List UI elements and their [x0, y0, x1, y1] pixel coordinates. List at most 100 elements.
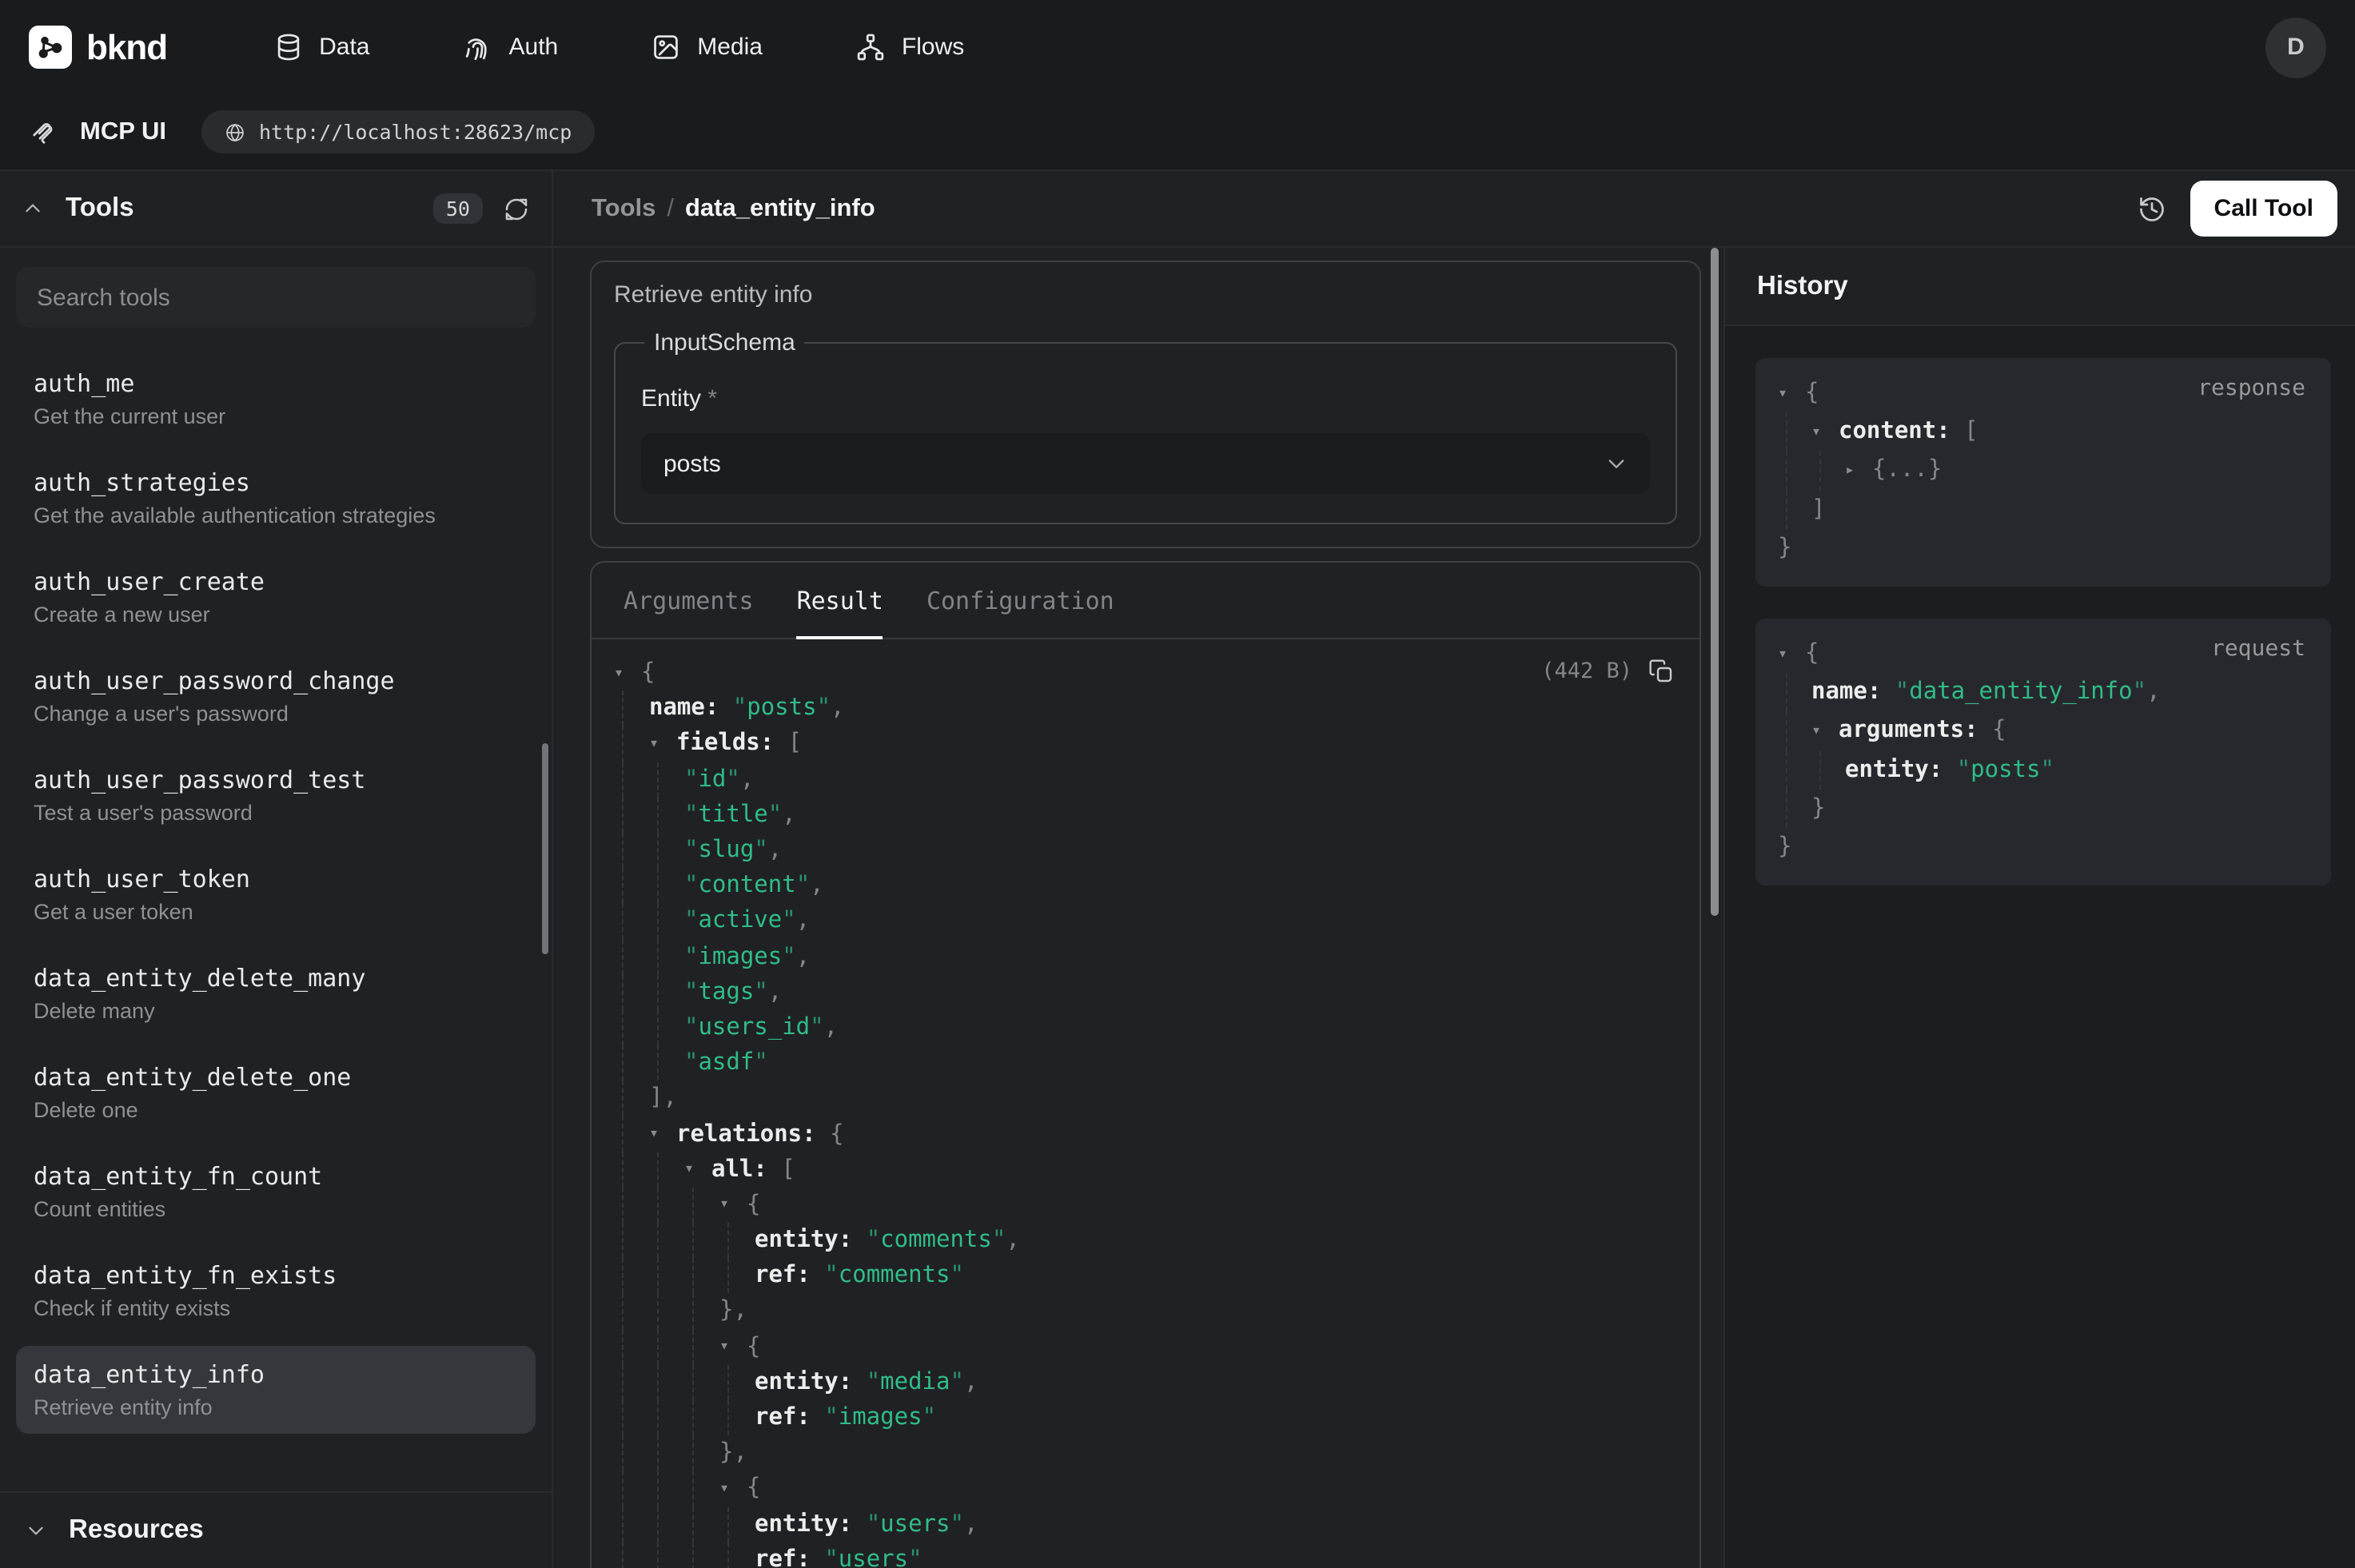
breadcrumb-current: data_entity_info — [685, 194, 875, 223]
sidebar-item-auth_user_password_test[interactable]: auth_user_password_testTest a user's pas… — [16, 751, 536, 839]
tools-header[interactable]: Tools 50 — [0, 171, 552, 248]
json-punctuation: { — [1992, 718, 2006, 744]
json-key: ref: — [755, 1264, 824, 1289]
indent-guide — [727, 1400, 729, 1435]
collapse-toggle-icon[interactable]: ▾ — [719, 1338, 747, 1355]
sidebar-item-auth_strategies[interactable]: auth_strategiesGet the available authent… — [16, 454, 536, 542]
result-json-tree: (442 B) ▾{name: "posts",▾fields: ["id","… — [592, 639, 1700, 1568]
nav-item-media[interactable]: Media — [651, 32, 763, 62]
indent-guide — [657, 868, 659, 903]
json-punctuation: { — [830, 1121, 843, 1147]
resources-section-header[interactable]: Resources — [0, 1491, 552, 1568]
json-key: name: — [649, 696, 733, 722]
call-tool-button[interactable]: Call Tool — [2190, 181, 2337, 237]
bknd-logo-icon — [29, 26, 72, 69]
indent-guide — [692, 1188, 694, 1223]
json-string-value: "asdf" — [684, 1050, 768, 1076]
json-line: } — [1762, 828, 2309, 866]
json-line: entity: "users", — [614, 1506, 1700, 1542]
collapse-toggle-icon[interactable]: ▾ — [684, 1160, 711, 1178]
json-punctuation: { — [1805, 641, 1819, 667]
breadcrumb-separator: / — [667, 194, 674, 223]
search-input[interactable] — [16, 267, 536, 328]
expand-toggle-icon[interactable]: ▸ — [1845, 462, 1872, 480]
json-line: name: "data_entity_info", — [1762, 673, 2309, 711]
json-punctuation: { — [747, 1192, 760, 1218]
mcp-logo-icon — [29, 117, 58, 146]
sidebar-item-data_entity_delete_many[interactable]: data_entity_delete_manyDelete many — [16, 949, 536, 1037]
history-panel: History response ▾{▾content: [▸{...}]} r… — [1725, 248, 2355, 1568]
indent-guide — [727, 1506, 729, 1542]
sidebar-item-auth_user_create[interactable]: auth_user_createCreate a new user — [16, 553, 536, 641]
json-punctuation: { — [747, 1334, 760, 1359]
json-string-value: "images" — [824, 1405, 936, 1431]
nav-item-data[interactable]: Data — [273, 32, 369, 62]
indent-guide — [622, 868, 624, 903]
indent-guide — [622, 1542, 624, 1568]
sidebar-item-data_entity_fn_exists[interactable]: data_entity_fn_existsCheck if entity exi… — [16, 1247, 536, 1335]
chevron-up-icon — [22, 198, 43, 219]
history-button[interactable] — [2138, 194, 2166, 223]
json-line: "active", — [614, 904, 1700, 939]
history-clock-icon — [2138, 194, 2166, 223]
json-comma: , — [768, 980, 782, 1005]
user-avatar[interactable]: D — [2265, 17, 2326, 78]
content-scrollbar[interactable] — [1711, 248, 1719, 916]
indent-guide — [727, 1542, 729, 1568]
json-punctuation: [ — [781, 1156, 795, 1182]
mcp-url-pill[interactable]: http://localhost:28623/mcp — [201, 110, 594, 153]
history-response-card[interactable]: response ▾{▾content: [▸{...}]} — [1755, 358, 2331, 587]
tab-result[interactable]: Result — [797, 563, 883, 638]
nav-item-label: Data — [319, 34, 369, 61]
indent-guide — [657, 939, 659, 974]
collapse-toggle-icon[interactable]: ▾ — [1811, 424, 1839, 441]
json-punctuation: { — [747, 1476, 760, 1502]
sidebar-scrollbar[interactable] — [542, 743, 548, 954]
sidebar-item-data_entity_fn_count[interactable]: data_entity_fn_countCount entities — [16, 1148, 536, 1236]
tool-name: auth_me — [34, 369, 518, 398]
history-request-card[interactable]: request ▾{name: "data_entity_info",▾argu… — [1755, 619, 2331, 885]
entity-select[interactable]: posts — [641, 433, 1650, 494]
collapse-toggle-icon[interactable]: ▾ — [649, 735, 676, 753]
indent-guide — [657, 833, 659, 868]
collapse-toggle-icon[interactable]: ▾ — [1778, 645, 1805, 663]
indent-guide — [1786, 490, 1787, 528]
tool-description: Count entities — [34, 1197, 518, 1221]
indent-guide — [622, 1435, 624, 1470]
top-nav: bknd Data Auth — [0, 0, 2355, 94]
tab-arguments[interactable]: Arguments — [624, 563, 754, 638]
response-json-tree: ▾{▾content: [▸{...}]} — [1762, 374, 2309, 567]
mcp-bar: MCP UI http://localhost:28623/mcp — [0, 94, 2355, 169]
indent-guide — [622, 1152, 624, 1187]
collapse-toggle-icon[interactable]: ▾ — [1811, 722, 1839, 740]
breadcrumb-section[interactable]: Tools — [592, 194, 655, 223]
indent-guide — [1819, 750, 1821, 789]
collapse-toggle-icon[interactable]: ▾ — [614, 664, 641, 682]
header-actions: Call Tool — [2138, 181, 2337, 237]
json-line: ▾all: [ — [614, 1152, 1700, 1187]
collapse-toggle-icon[interactable]: ▾ — [1778, 384, 1805, 402]
sidebar-item-data_entity_info[interactable]: data_entity_infoRetrieve entity info — [16, 1346, 536, 1434]
json-string-value: "comments" — [824, 1264, 964, 1289]
brand[interactable]: bknd — [29, 26, 167, 69]
sidebar-item-data_entity_delete_one[interactable]: data_entity_delete_oneDelete one — [16, 1049, 536, 1136]
sidebar-item-auth_me[interactable]: auth_meGet the current user — [16, 355, 536, 443]
tab-configuration[interactable]: Configuration — [926, 563, 1114, 638]
tool-name: data_entity_info — [34, 1360, 518, 1389]
collapse-toggle-icon[interactable]: ▾ — [719, 1196, 747, 1214]
nav-item-auth[interactable]: Auth — [463, 32, 559, 62]
indent-guide — [622, 1116, 624, 1152]
indent-guide — [692, 1258, 694, 1293]
indent-guide — [692, 1223, 694, 1258]
collapse-toggle-icon[interactable]: ▾ — [649, 1125, 676, 1143]
history-header: History — [1725, 248, 2355, 326]
refresh-tools-button[interactable] — [504, 196, 529, 221]
nav-item-flows[interactable]: Flows — [855, 32, 964, 62]
sidebar-item-auth_user_token[interactable]: auth_user_tokenGet a user token — [16, 850, 536, 938]
json-key: relations: — [676, 1121, 830, 1147]
indent-guide — [1786, 452, 1787, 490]
indent-guide — [622, 939, 624, 974]
json-comma: , — [810, 873, 823, 898]
sidebar-item-auth_user_password_change[interactable]: auth_user_password_changeChange a user's… — [16, 652, 536, 740]
collapse-toggle-icon[interactable]: ▾ — [719, 1480, 747, 1498]
